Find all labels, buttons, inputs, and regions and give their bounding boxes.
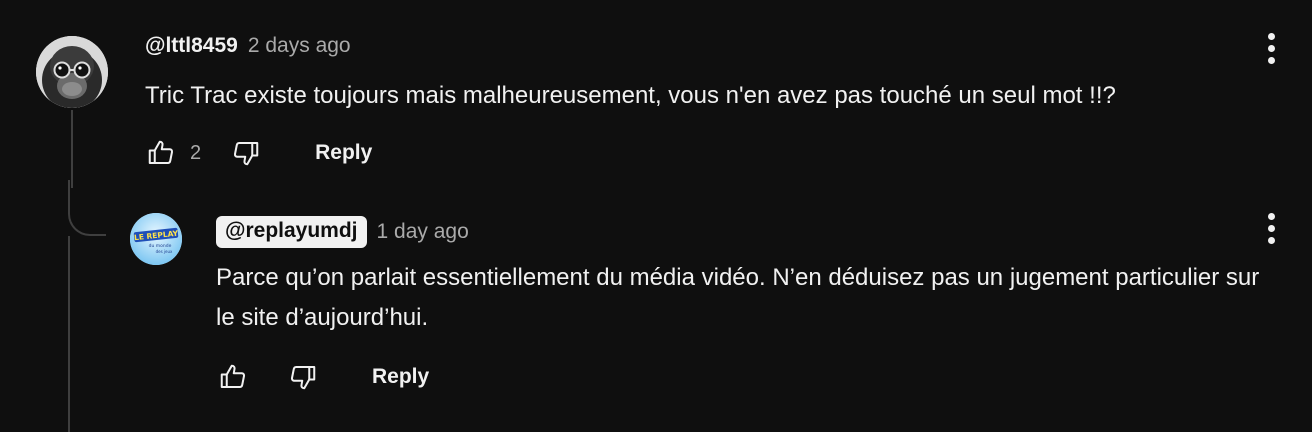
thumbs-up-icon	[220, 364, 246, 388]
monkey-avatar-icon	[36, 36, 108, 108]
reply-text: Parce qu’on parlait essentiellement du m…	[216, 264, 1260, 331]
more-vert-icon	[1267, 32, 1275, 40]
like-button[interactable]	[216, 360, 250, 394]
more-actions-button[interactable]	[1259, 208, 1283, 248]
thumbs-down-icon	[234, 142, 259, 166]
dislike-button[interactable]	[286, 360, 320, 394]
thread-line-parent	[71, 110, 73, 188]
reply-author-chip[interactable]: @replayumdj	[216, 216, 367, 248]
reply-avatar[interactable]: LE REPLAY du monde des jeux	[130, 213, 182, 265]
dislike-button[interactable]	[229, 136, 263, 170]
more-vert-icon	[1267, 212, 1275, 220]
avatar[interactable]	[36, 36, 108, 108]
comment-header: @lttl8459 2 days ago	[145, 34, 351, 58]
reply-button[interactable]: Reply	[372, 365, 429, 389]
more-actions-button[interactable]	[1259, 28, 1283, 68]
comment-text: Tric Trac existe toujours mais malheureu…	[145, 82, 1116, 109]
like-button[interactable]	[144, 136, 178, 170]
reply-header: @replayumdj 1 day ago	[216, 216, 469, 248]
replay-logo-icon: LE REPLAY du monde des jeux	[130, 213, 182, 265]
reply-button[interactable]: Reply	[315, 141, 372, 165]
like-count: 2	[190, 141, 202, 164]
thread-connector-curve	[68, 180, 106, 236]
comment-thread: @lttl8459 2 days ago Tric Trac existe to…	[0, 0, 1312, 432]
reply-timestamp[interactable]: 1 day ago	[377, 220, 469, 244]
logo-line3: des jeux	[156, 249, 173, 254]
thread-line-continue	[68, 236, 70, 432]
thumbs-up-icon	[148, 140, 174, 164]
comment-author[interactable]: @lttl8459	[145, 34, 238, 58]
reply-actions: Reply	[216, 360, 429, 394]
comment-timestamp[interactable]: 2 days ago	[248, 34, 351, 58]
thumbs-down-icon	[290, 366, 316, 390]
comment-actions: 2 Reply	[144, 136, 372, 170]
